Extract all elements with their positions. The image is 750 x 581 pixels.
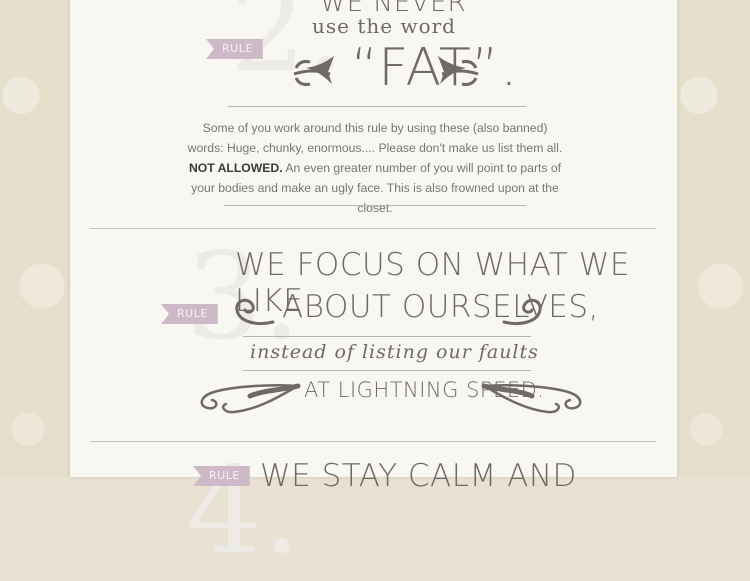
rule-3-script-top-line	[243, 336, 531, 337]
rule-4-heading-line1: WE STAY CALM AND	[260, 458, 577, 494]
rule-2-top-divider	[228, 106, 526, 107]
rules-poster: 2. RULE WE NEVER use the word “FAT”. Som…	[70, 0, 677, 572]
rule-2-bottom-divider	[224, 205, 526, 206]
rule-tag-3: RULE	[161, 304, 218, 324]
right-swirl-ornament-icon	[502, 298, 542, 325]
rule-tag-2: RULE	[206, 39, 263, 59]
right-leaf-ornament-icon	[438, 56, 479, 86]
rule-3-heading-line2: ABOUT OURSELVES,	[282, 289, 599, 325]
left-swirl-ornament-icon	[235, 298, 275, 325]
rule-2-description-a: Some of you work around this rule by usi…	[187, 121, 563, 155]
rule-2-heading-line2: use the word	[312, 14, 456, 38]
section-divider-2-3	[90, 228, 656, 229]
rule-tag-4: RULE	[193, 466, 250, 486]
not-allowed-label: NOT ALLOWED.	[188, 161, 283, 175]
rule-3-script-line: instead of listing our faults	[250, 341, 539, 363]
right-background-texture	[677, 0, 750, 477]
section-divider-3-4	[90, 441, 656, 442]
left-flourish-ornament-icon	[200, 383, 301, 414]
left-background-texture	[0, 0, 70, 477]
rule-3-script-bottom-line	[243, 370, 531, 371]
rule-2-description: Some of you work around this rule by usi…	[185, 118, 565, 218]
left-leaf-ornament-icon	[293, 56, 334, 86]
right-flourish-ornament-icon	[481, 383, 582, 414]
